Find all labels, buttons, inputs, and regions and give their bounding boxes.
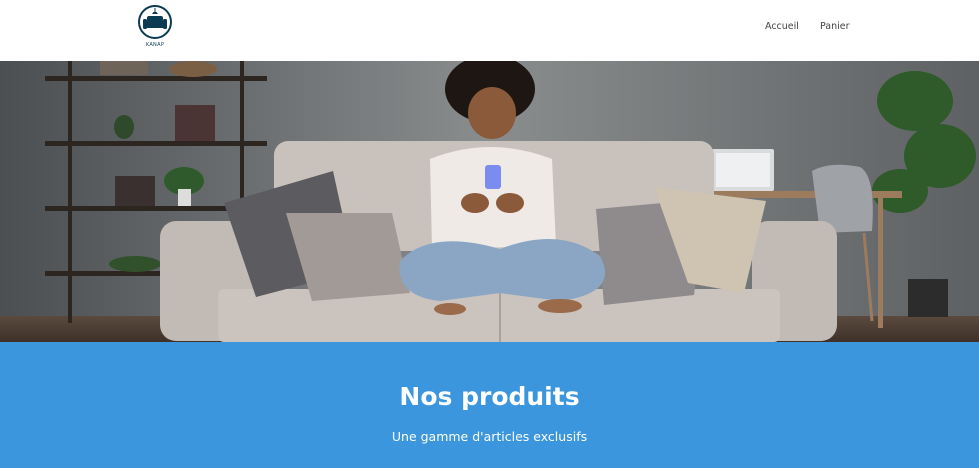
- hero-photo-woman-on-sofa: [0, 61, 979, 342]
- products-subtitle: Une gamme d'articles exclusifs: [391, 429, 588, 444]
- site-header: KANAP Accueil Panier: [0, 0, 979, 61]
- products-title: Nos produits: [399, 382, 580, 411]
- logo-text: KANAP: [145, 42, 165, 48]
- nav-panier-link[interactable]: Panier: [820, 21, 850, 32]
- hero-banner: [0, 61, 979, 342]
- nav-accueil-link[interactable]: Accueil: [765, 21, 799, 32]
- products-section: Nos produits Une gamme d'articles exclus…: [0, 342, 979, 468]
